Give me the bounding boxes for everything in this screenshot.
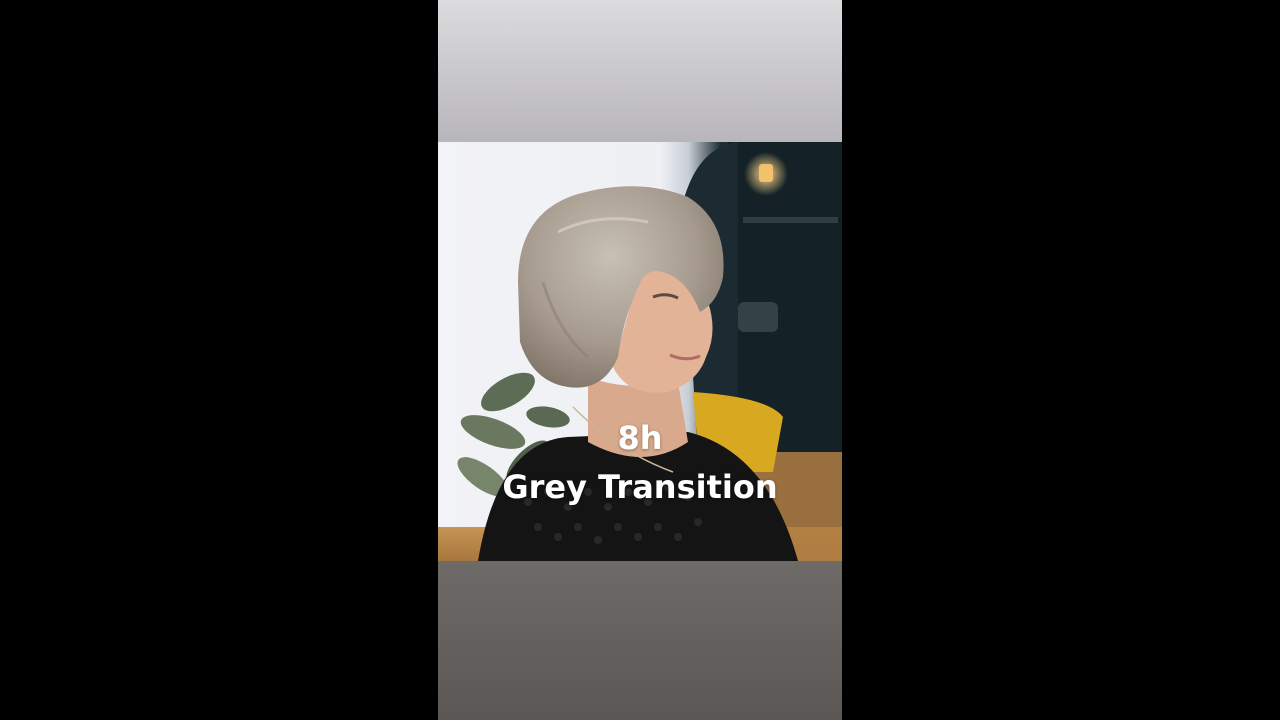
overlay-duration-text: 8h [617, 419, 663, 457]
overlay-title-text: Grey Transition [502, 468, 778, 506]
top-gradient-band [438, 0, 842, 142]
video-frame[interactable]: 8h Grey Transition [438, 0, 842, 720]
bottom-gradient-band [438, 561, 842, 720]
